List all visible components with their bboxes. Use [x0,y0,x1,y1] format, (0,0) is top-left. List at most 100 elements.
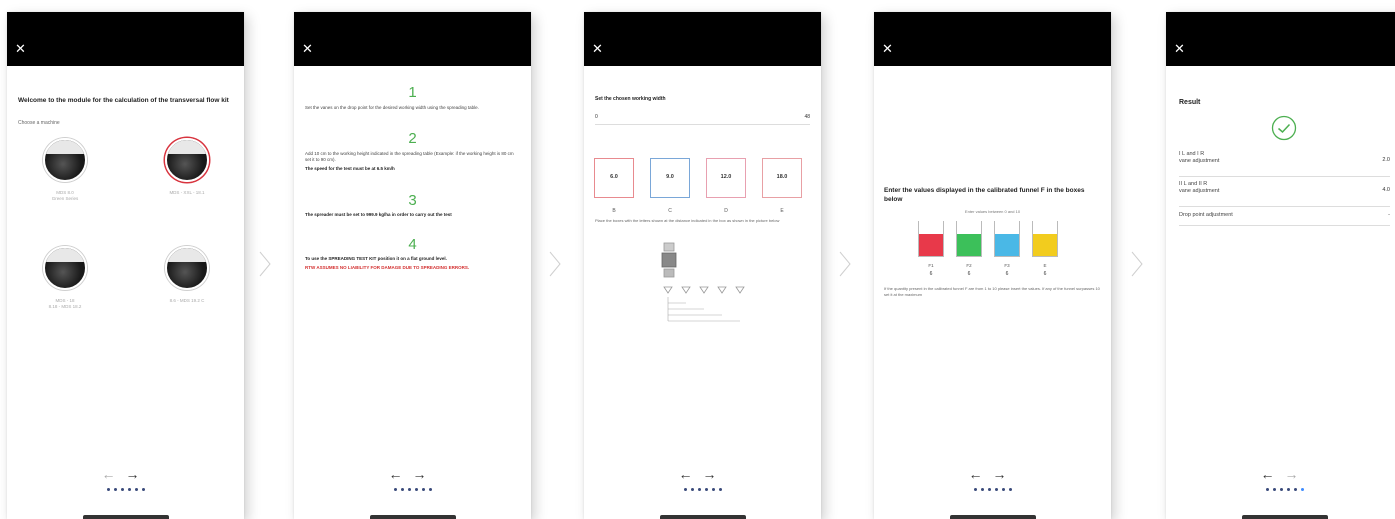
funnel-fill [919,234,943,256]
funnel [1032,221,1058,257]
page-dots [7,488,244,491]
width-box[interactable]: 18.0 [762,158,802,198]
nav-arrows: ←→ [584,466,821,482]
funnel-fill [995,234,1019,256]
funnel-fill [1033,234,1057,256]
nav-arrows: ←→ [7,466,244,482]
placement-note: Place the boxes with the letters shown a… [595,218,780,223]
liability-warning: RTW ASSUMES NO LIABILITY FOR DAMAGE DUE … [305,265,470,270]
chevron-right-icon [258,250,272,278]
funnel-value-input[interactable]: 6 [994,271,1020,277]
nav-arrows: ←→ [874,466,1111,482]
result-title: Result [1179,99,1201,106]
step-number: 2 [408,130,417,147]
result-label: II L and II R vane adjustment [1179,181,1220,194]
phone-screen-2: ✕ 1 Set the vanes on the drop point for … [294,12,531,519]
step-bold-text: The speed for the test must be at 6.5 km… [305,166,395,171]
close-icon[interactable]: ✕ [882,42,893,55]
next-arrow-icon[interactable]: → [126,466,150,482]
page-dots [874,488,1111,491]
funnel-fill [957,234,981,256]
close-icon[interactable]: ✕ [302,42,313,55]
machine-caption: MDS 8.0 Green Series [51,190,79,201]
welcome-title: Welcome to the module for the calculatio… [18,97,229,104]
machine-caption: MDS - 18 8.18 - MDS 18.2 [48,298,82,309]
funnel-title: Enter the values displayed in the calibr… [884,187,1085,203]
home-indicator [950,515,1036,519]
funnel-subtitle: Enter values between 0 and 10 [964,209,1021,214]
prev-arrow-icon[interactable]: ← [969,466,993,482]
machine-image [165,246,209,290]
working-width-title: Set the chosen working width [595,96,666,102]
screen-content: Set the chosen working width 0 48 6.0 9.… [584,66,821,519]
step-4: 4 To use the SPREADING TEST KIT position… [305,236,520,271]
prev-arrow-icon[interactable]: ← [389,466,413,482]
screen-content: 1 Set the vanes on the drop point for th… [294,66,531,519]
phone-screen-3: ✕ Set the chosen working width 0 48 6.0 … [584,12,821,519]
prev-arrow-icon[interactable]: ← [102,466,126,482]
step-1: 1 Set the vanes on the drop point for th… [305,84,520,111]
range-min: 0 [595,114,598,120]
funnel [956,221,982,257]
next-arrow-icon[interactable]: → [993,466,1017,482]
result-row: I L and I R vane adjustment 2.0 [1179,151,1390,177]
funnel-label: F3 [1004,263,1010,268]
box-letter: D [724,208,728,214]
funnel-value-input[interactable]: 6 [918,271,944,277]
top-bar: ✕ [584,12,821,66]
screen-content: Result I L and I R vane adjustment 2.0 I… [1166,66,1395,519]
screen-content: Welcome to the module for the calculatio… [7,66,244,519]
home-indicator [1242,515,1328,519]
top-bar: ✕ [294,12,531,66]
step-number: 4 [408,236,417,253]
machine-image [43,138,87,182]
phone-screen-1: ✕ Welcome to the module for the calculat… [7,12,244,519]
width-box[interactable]: 9.0 [650,158,690,198]
machine-option[interactable]: 8.6 - MDS 19.2 C [137,246,237,304]
next-arrow-icon[interactable]: → [413,466,437,482]
box-letter: B [612,208,616,214]
result-value: 2.0 [1382,157,1390,163]
chevron-right-icon [838,250,852,278]
machine-option[interactable]: MDS - 18 8.18 - MDS 18.2 [15,246,115,310]
funnel-note: If the quantity present in the calibrate… [884,286,1100,297]
close-icon[interactable]: ✕ [592,42,603,55]
nav-arrows: ←→ [294,466,531,482]
next-arrow-icon[interactable]: → [1285,466,1309,482]
chevron-right-icon [1130,250,1144,278]
close-icon[interactable]: ✕ [1174,42,1185,55]
funnel-value-input[interactable]: 6 [1032,271,1058,277]
width-range[interactable]: 0 48 [595,114,810,120]
funnel-label: F1 [928,263,934,268]
machine-caption: 8.6 - MDS 19.2 C [169,298,205,303]
step-number: 3 [408,192,417,209]
page-dots [294,488,531,491]
result-row: II L and II R vane adjustment 4.0 [1179,181,1390,207]
prev-arrow-icon[interactable]: ← [679,466,703,482]
prev-arrow-icon[interactable]: ← [1261,466,1285,482]
close-icon[interactable]: ✕ [15,42,26,55]
step-2: 2 Add 10 cm to the working height indica… [305,130,520,172]
funnel [918,221,944,257]
check-circle-icon [1271,115,1297,141]
width-box[interactable]: 6.0 [594,158,634,198]
width-box[interactable]: 12.0 [706,158,746,198]
result-label: I L and I R vane adjustment [1179,151,1220,164]
home-indicator [370,515,456,519]
machine-image [165,138,209,182]
top-bar: ✕ [7,12,244,66]
chevron-right-icon [548,250,562,278]
choose-machine-label: Choose a machine [18,120,60,126]
result-value: 4.0 [1382,187,1390,193]
next-arrow-icon[interactable]: → [703,466,727,482]
funnel-value-input[interactable]: 6 [956,271,982,277]
home-indicator [660,515,746,519]
machine-option[interactable]: MDS 8.0 Green Series [15,138,115,202]
machine-image [43,246,87,290]
funnel-label: E [1043,263,1047,268]
machine-option-selected[interactable]: MDS - XXL - 18.1 [137,138,237,196]
nav-arrows: ←→ [1166,466,1395,482]
result-label: Drop point adjustment [1179,212,1233,218]
range-divider [595,124,810,125]
page-dots [1166,488,1395,491]
